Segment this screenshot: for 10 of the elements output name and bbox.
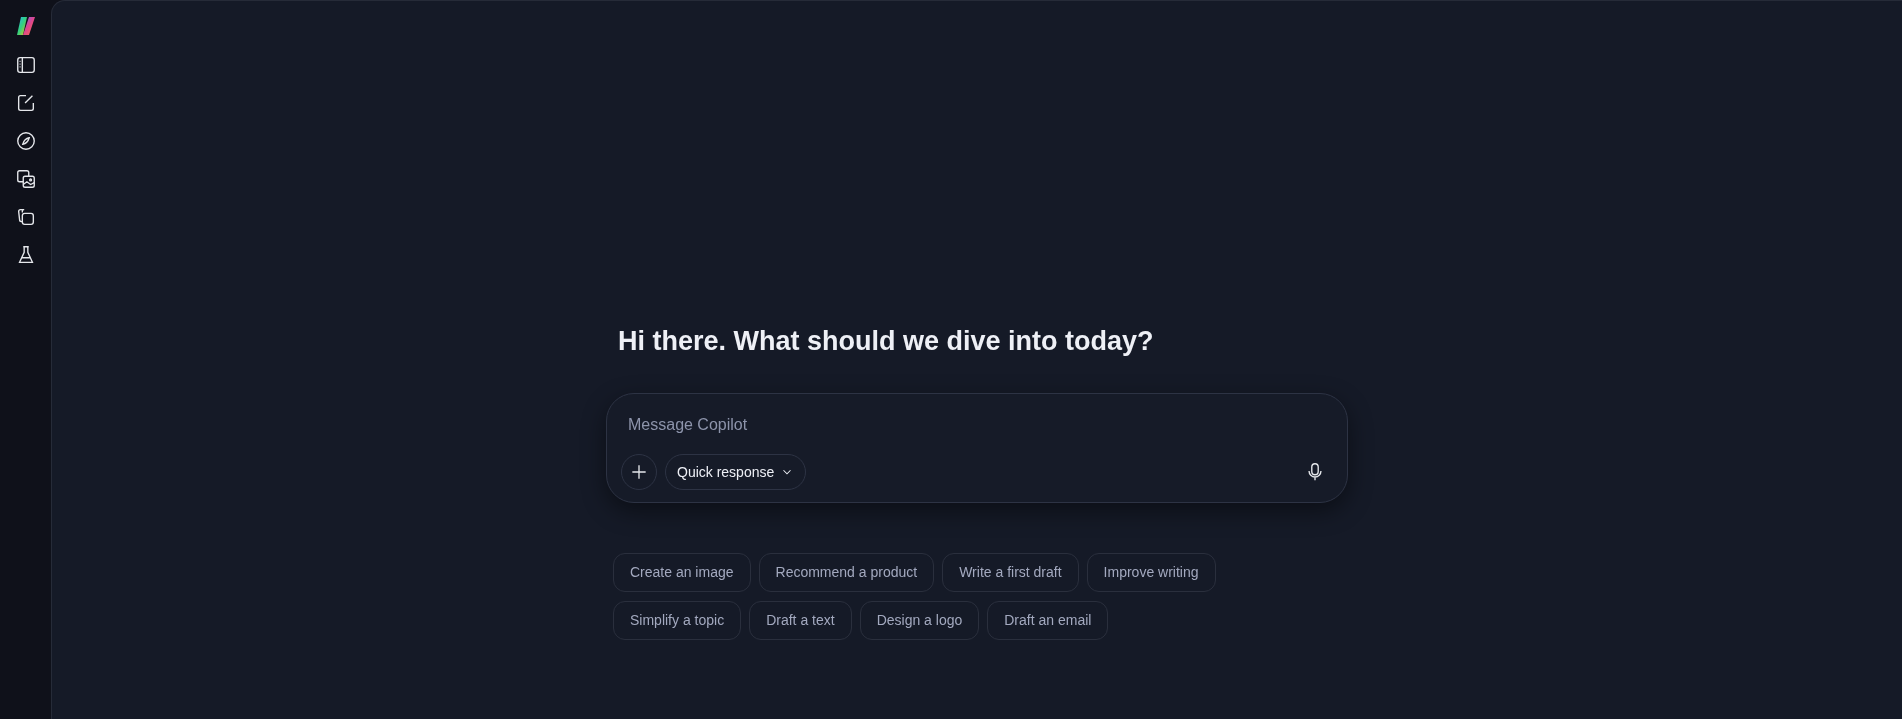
greeting-heading: Hi there. What should we dive into today?: [617, 325, 1155, 358]
suggestion-chip[interactable]: Write a first draft: [942, 553, 1079, 592]
suggestion-chip[interactable]: Draft an email: [987, 601, 1109, 640]
suggestion-chip[interactable]: Design a logo: [859, 601, 980, 640]
suggestion-chip[interactable]: Create an image: [613, 553, 751, 592]
suggestion-chip[interactable]: Draft a text: [749, 601, 852, 640]
message-input-field[interactable]: Message Copilot: [621, 414, 1333, 436]
suggestion-chip[interactable]: Recommend a product: [758, 553, 935, 592]
suggestion-chip[interactable]: Simplify a topic: [613, 601, 742, 640]
suggestion-chip[interactable]: Improve writing: [1086, 553, 1216, 592]
